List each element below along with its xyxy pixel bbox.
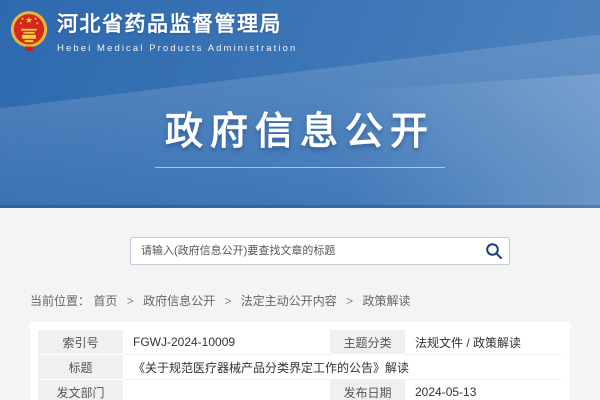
- breadcrumb-statutory-disclosure[interactable]: 法定主动公开内容: [241, 294, 337, 308]
- banner-underline: [155, 167, 445, 168]
- section-banner: 政府信息公开: [0, 112, 600, 168]
- index-number-label: 索引号: [38, 330, 123, 355]
- topic-category-value: 法规文件 / 政策解读: [405, 330, 562, 355]
- issuing-dept-label: 发文部门: [38, 380, 123, 400]
- breadcrumb-separator: >: [346, 294, 353, 308]
- breadcrumb-policy-interpretation[interactable]: 政策解读: [363, 294, 411, 308]
- breadcrumb-separator: >: [127, 294, 134, 308]
- site-title-en: Hebei Medical Products Administration: [57, 43, 297, 54]
- breadcrumb-prefix: 当前位置：: [30, 294, 90, 308]
- svg-text:★: ★: [25, 15, 33, 25]
- search-button[interactable]: [485, 242, 503, 260]
- breadcrumb: 当前位置： 首页 > 政府信息公开 > 法定主动公开内容 > 政策解读: [30, 292, 411, 309]
- publish-date-value: 2024-05-13: [405, 380, 562, 400]
- search-icon: [485, 242, 503, 260]
- title-value: 《关于规范医疗器械产品分类界定工作的公告》解读: [123, 355, 562, 380]
- site-title-zh: 河北省药品监督管理局: [57, 12, 297, 38]
- breadcrumb-gov-info[interactable]: 政府信息公开: [143, 294, 215, 308]
- svg-text:★: ★: [19, 21, 23, 26]
- document-meta-card: 索引号 FGWJ-2024-10009 主题分类 法规文件 / 政策解读 标题 …: [30, 322, 570, 400]
- search-bar: [130, 237, 510, 265]
- topic-category-label: 主题分类: [330, 330, 405, 355]
- page: ★ ★ ★ ★ ★ 河北省药品监督管理局 Hebei Medical Produ…: [0, 0, 600, 400]
- svg-text:★: ★: [35, 21, 39, 26]
- issuing-dept-value: [123, 380, 330, 400]
- page-title: 政府信息公开: [165, 112, 435, 154]
- hero-banner: ★ ★ ★ ★ ★ 河北省药品监督管理局 Hebei Medical Produ…: [0, 0, 600, 208]
- search-input[interactable]: [130, 237, 510, 265]
- breadcrumb-separator: >: [224, 294, 231, 308]
- breadcrumb-home[interactable]: 首页: [93, 294, 117, 308]
- china-national-emblem-icon: ★ ★ ★ ★ ★: [10, 8, 48, 54]
- document-meta-table: 索引号 FGWJ-2024-10009 主题分类 法规文件 / 政策解读 标题 …: [38, 330, 562, 400]
- hero-bottom-edge: [0, 205, 600, 208]
- site-logo-link[interactable]: ★ ★ ★ ★ ★ 河北省药品监督管理局 Hebei Medical Produ…: [10, 8, 297, 54]
- publish-date-label: 发布日期: [330, 380, 405, 400]
- site-title-block: 河北省药品监督管理局 Hebei Medical Products Admini…: [57, 8, 297, 54]
- title-label: 标题: [38, 355, 123, 380]
- index-number-value: FGWJ-2024-10009: [123, 330, 330, 355]
